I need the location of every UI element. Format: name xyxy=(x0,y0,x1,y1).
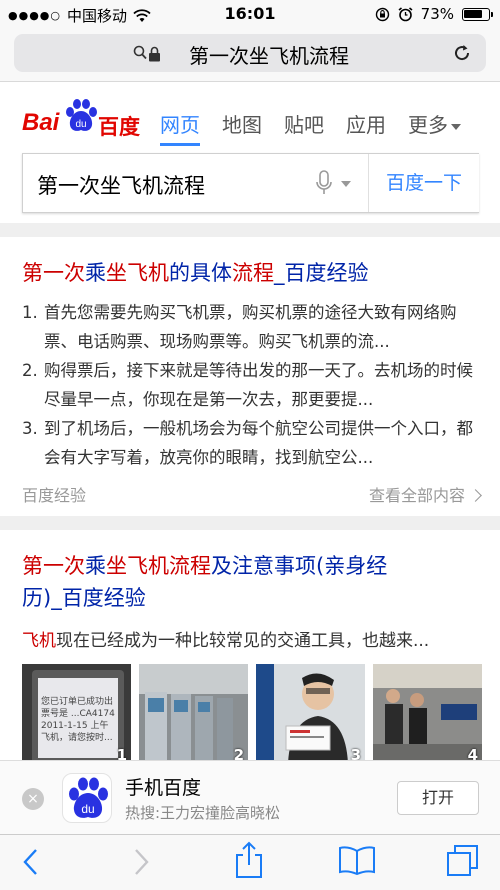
title-highlight: 第一次 xyxy=(22,554,85,578)
result-thumbnail[interactable]: 您已订单已成功出 票号是 ...CA4174 2011-1-15 上午 飞机，请… xyxy=(22,664,131,764)
search-box: 第一次坐飞机流程 百度一下 xyxy=(22,153,479,213)
search-icon xyxy=(133,45,147,60)
caret-down-icon xyxy=(451,123,461,130)
result-thumbnail[interactable]: 4 xyxy=(373,664,482,764)
baidu-paw-icon: du xyxy=(66,99,97,131)
search-result: 第一次乘坐飞机的具体流程_百度经验 1. 首先您需要先购买飞机票，购买机票的途径… xyxy=(0,237,500,516)
title-highlight: 坐飞机流程 xyxy=(106,554,211,578)
result-thumbnail[interactable]: 2 xyxy=(139,664,248,764)
thumb-text: 票号是 ...CA4174 xyxy=(41,708,115,719)
forward-icon[interactable] xyxy=(132,847,150,877)
kiosk-photo xyxy=(139,664,248,764)
tab-apps[interactable]: 应用 xyxy=(346,109,386,138)
step-item: 1. 首先您需要先购买飞机票，购买机票的途径大致有网络购票、电话购票、现场购票等… xyxy=(22,298,482,356)
step-number: 1. xyxy=(22,303,38,322)
result-thumbnail[interactable]: 3 xyxy=(256,664,365,764)
view-all-link[interactable]: 查看全部内容 xyxy=(368,482,482,506)
thumb-text: 2011-1-15 上午 xyxy=(41,719,108,731)
step-number: 3. xyxy=(22,419,38,438)
app-name: 手机百度 xyxy=(125,777,202,799)
baidu-paw-icon: du xyxy=(69,777,108,818)
baidu-logo[interactable]: Bai du 百度 xyxy=(22,97,140,139)
title-text: _百度经验 xyxy=(274,261,369,285)
snippet-text: 现在已经成为一种比较常见的交通工具，也越来... xyxy=(56,631,430,651)
address-bar[interactable]: 第一次坐飞机流程 xyxy=(14,34,486,72)
snippet-highlight: 飞机 xyxy=(22,631,56,651)
search-type-nav: 网页 地图 贴吧 应用 更多 xyxy=(160,109,461,146)
microphone-icon[interactable] xyxy=(315,170,333,196)
baidu-header: Bai du 百度 网页 地图 贴吧 应用 更多 第一次坐飞机流程 百度一下 xyxy=(0,83,500,223)
browser-toolbar xyxy=(0,834,500,890)
divider xyxy=(0,223,500,237)
back-icon[interactable] xyxy=(22,847,40,877)
app-icon-text: du xyxy=(81,802,94,816)
logo-paw-text: du xyxy=(75,119,86,130)
step-item: 2. 购得票后，接下来就是等待出发的那一天了。去机场的时候尽量早一点，你现在是第… xyxy=(22,356,482,414)
step-number: 2. xyxy=(22,361,38,380)
tab-map[interactable]: 地图 xyxy=(222,109,262,138)
result-image-strip: 您已订单已成功出 票号是 ...CA4174 2011-1-15 上午 飞机，请… xyxy=(22,664,488,764)
voice-caret-icon[interactable] xyxy=(341,181,351,187)
url-text: 第一次坐飞机流程 xyxy=(189,44,349,68)
title-line: 历)_百度经验 xyxy=(22,586,146,610)
title-text: 乘 xyxy=(85,554,106,578)
alarm-icon xyxy=(398,6,413,21)
title-highlight: 第一次 xyxy=(22,261,85,285)
title-text: 的具体 xyxy=(169,261,232,285)
step-item: 3. 到了机场后，一般机场会为每个航空公司提供一个入口，都会有大字写着，放亮你的… xyxy=(22,414,482,472)
open-app-button[interactable]: 打开 xyxy=(397,781,479,815)
status-bar: ●●●●○ 中国移动 16:01 73% xyxy=(0,0,500,28)
result-steps[interactable]: 1. 首先您需要先购买飞机票，购买机票的途径大致有网络购票、电话购票、现场购票等… xyxy=(22,298,482,472)
result-source: 百度经验 xyxy=(22,486,87,505)
title-text: 乘 xyxy=(85,261,106,285)
person-with-ticket-photo xyxy=(256,664,365,764)
divider xyxy=(0,516,500,530)
battery-percent: 73% xyxy=(420,5,454,23)
battery-icon xyxy=(462,7,493,21)
app-download-banner: × du 手机百度 热搜:王力宏撞脸高晓松 打开 xyxy=(0,760,500,834)
share-icon[interactable] xyxy=(233,841,265,879)
view-all-label: 查看全部内容 xyxy=(368,486,465,505)
thumb-text: 您已订单已成功出 xyxy=(41,695,113,707)
rotation-lock-icon xyxy=(375,7,389,21)
title-highlight: 坐飞机 xyxy=(106,261,169,285)
result-title[interactable]: 第一次乘坐飞机流程及注意事项(亲身经 历)_百度经验 xyxy=(22,550,482,614)
close-icon[interactable]: × xyxy=(22,788,44,810)
title-highlight: 流程 xyxy=(232,261,274,285)
search-button[interactable]: 百度一下 xyxy=(369,154,479,212)
step-text: 购得票后，接下来就是等待出发的那一天了。去机场的时候尽量早一点，你现在是第一次去… xyxy=(44,361,473,409)
step-text: 到了机场后，一般机场会为每个航空公司提供一个入口，都会有大字写着，放亮你的眼睛，… xyxy=(44,419,473,467)
logo-cn: 百度 xyxy=(98,115,140,139)
reload-icon[interactable] xyxy=(452,43,472,63)
chevron-right-icon xyxy=(469,489,482,502)
search-result: 第一次乘坐飞机流程及注意事项(亲身经 历)_百度经验 飞机现在已经成为一种比较常… xyxy=(0,530,500,764)
logo-latin: Bai xyxy=(22,109,60,136)
search-input[interactable]: 第一次坐飞机流程 xyxy=(37,170,205,200)
tab-more[interactable]: 更多 xyxy=(408,109,461,138)
title-text: 及注意事项(亲身经 xyxy=(211,554,388,578)
result-snippet[interactable]: 飞机现在已经成为一种比较常见的交通工具，也越来... xyxy=(22,626,429,651)
step-text: 首先您需要先购买飞机票，购买机票的途径大致有网络购票、电话购票、现场购票等。购买… xyxy=(44,303,457,351)
title-line: 第一次乘坐飞机流程及注意事项(亲身经 xyxy=(22,550,482,582)
app-icon: du xyxy=(62,773,112,823)
airport-security-photo xyxy=(373,664,482,764)
url-bar-area: 第一次坐飞机流程 xyxy=(0,28,500,82)
bookmarks-icon[interactable] xyxy=(338,845,376,875)
thumb-text: 飞机，请您按时... xyxy=(41,731,113,743)
lock-icon xyxy=(149,46,160,62)
result-footer: 百度经验 查看全部内容 xyxy=(22,482,482,508)
tab-tieba[interactable]: 贴吧 xyxy=(284,109,324,138)
tab-web[interactable]: 网页 xyxy=(160,109,200,146)
phone-screen-photo: 您已订单已成功出 票号是 ...CA4174 2011-1-15 上午 飞机，请… xyxy=(22,664,131,764)
result-title[interactable]: 第一次乘坐飞机的具体流程_百度经验 xyxy=(22,257,369,289)
hot-search-text: 热搜:王力宏撞脸高晓松 xyxy=(125,804,281,822)
tab-more-label: 更多 xyxy=(408,113,448,137)
tabs-icon[interactable] xyxy=(446,844,480,878)
